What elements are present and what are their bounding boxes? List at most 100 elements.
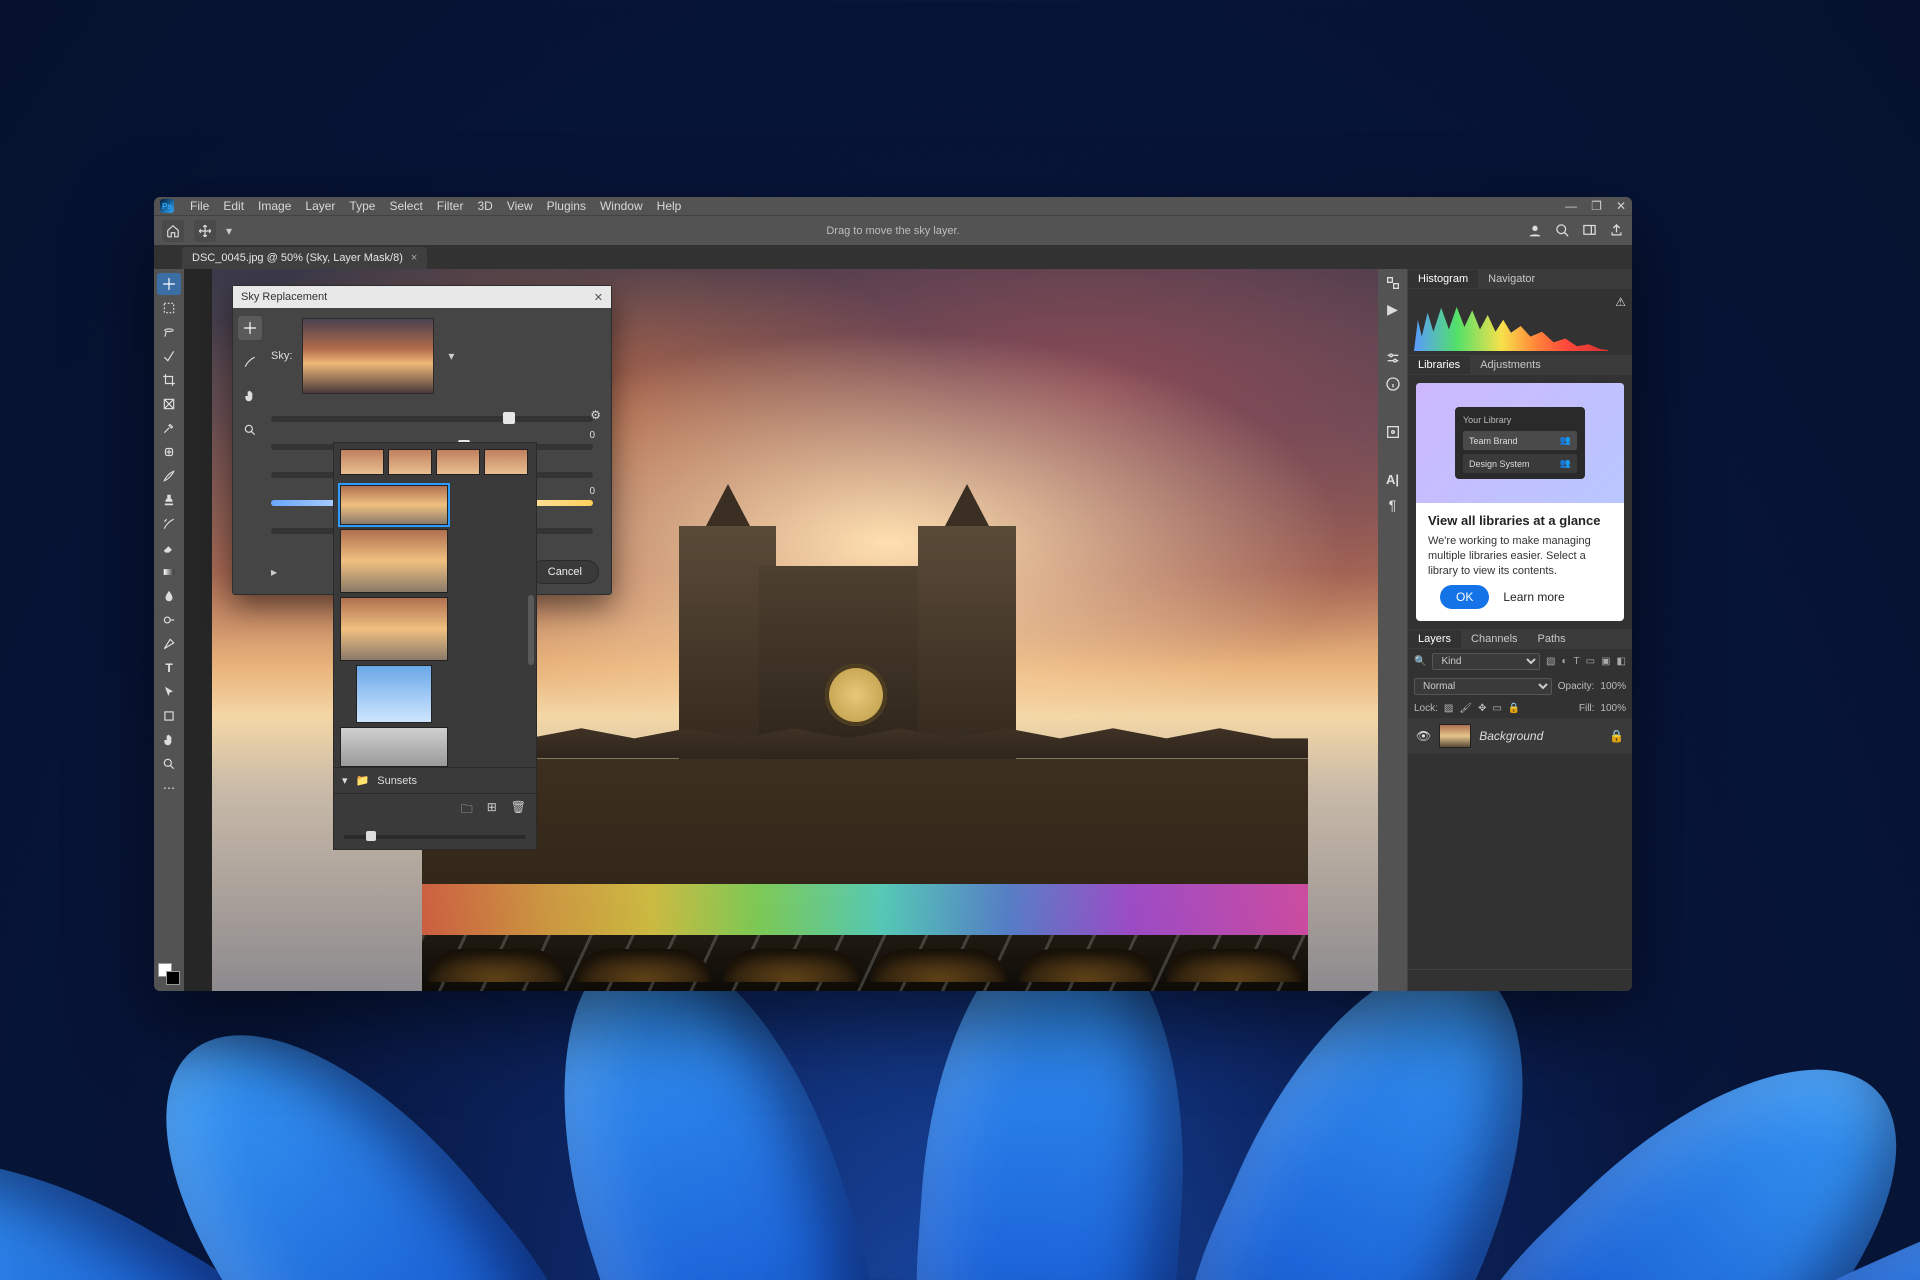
crop-tool[interactable] bbox=[157, 369, 181, 391]
shift-edge-slider[interactable] bbox=[271, 416, 593, 422]
frame-tool[interactable] bbox=[157, 393, 181, 415]
history-brush-tool[interactable] bbox=[157, 513, 181, 535]
shape-tool[interactable] bbox=[157, 705, 181, 727]
paragraph-panel-icon[interactable]: ¶ bbox=[1389, 497, 1397, 513]
tab-libraries[interactable]: Libraries bbox=[1408, 356, 1470, 374]
sky-preset-thumb[interactable] bbox=[356, 665, 432, 723]
menu-window[interactable]: Window bbox=[594, 197, 649, 215]
foreground-adjust-disclosure-icon[interactable]: ▸ bbox=[271, 565, 277, 579]
menu-file[interactable]: File bbox=[184, 197, 215, 215]
layer-filter-search-icon[interactable]: 🔍 bbox=[1414, 656, 1426, 667]
filter-type-icon[interactable]: T bbox=[1574, 656, 1580, 667]
document-tab[interactable]: DSC_0045.jpg @ 50% (Sky, Layer Mask/8) × bbox=[182, 247, 427, 269]
home-icon[interactable] bbox=[162, 220, 184, 242]
folder-disclosure-icon[interactable]: ▾ bbox=[342, 774, 348, 787]
layer-background[interactable]: 👁 Background 🔒 bbox=[1408, 718, 1632, 754]
pen-tool[interactable] bbox=[157, 633, 181, 655]
dialog-hand-tool[interactable] bbox=[238, 384, 262, 408]
sky-preset-thumb[interactable] bbox=[484, 449, 528, 475]
window-minimize-icon[interactable]: — bbox=[1565, 199, 1577, 213]
preset-scrollbar[interactable] bbox=[528, 595, 534, 665]
filter-smart-icon[interactable]: ▣ bbox=[1601, 656, 1610, 667]
menu-edit[interactable]: Edit bbox=[217, 197, 250, 215]
color-panel-icon[interactable] bbox=[1385, 275, 1401, 291]
new-sky-icon[interactable]: ⊞ bbox=[487, 800, 497, 821]
layer-visibility-icon[interactable]: 👁 bbox=[1416, 729, 1431, 743]
import-sky-folder-icon[interactable]: 🗀 bbox=[461, 800, 473, 821]
close-tab-icon[interactable]: × bbox=[411, 252, 417, 264]
tab-adjustments[interactable]: Adjustments bbox=[1470, 356, 1551, 374]
menu-layer[interactable]: Layer bbox=[299, 197, 341, 215]
lock-paint-icon[interactable]: 🖌 bbox=[1459, 703, 1472, 714]
opacity-value[interactable]: 100% bbox=[1600, 681, 1626, 692]
sky-dropdown-chevron-icon[interactable]: ▾ bbox=[448, 349, 454, 363]
tab-layers[interactable]: Layers bbox=[1408, 630, 1461, 648]
filter-adjust-icon[interactable]: ◐ bbox=[1561, 656, 1567, 667]
menu-plugins[interactable]: Plugins bbox=[541, 197, 592, 215]
path-select-tool[interactable] bbox=[157, 681, 181, 703]
share-icon[interactable] bbox=[1609, 223, 1624, 238]
dialog-move-tool[interactable] bbox=[238, 316, 262, 340]
folder-label[interactable]: Sunsets bbox=[377, 775, 417, 787]
dialog-brush-tool[interactable] bbox=[238, 350, 262, 374]
window-maximize-icon[interactable]: ❐ bbox=[1591, 199, 1602, 213]
dialog-zoom-tool[interactable] bbox=[238, 418, 262, 442]
hand-tool[interactable] bbox=[157, 729, 181, 751]
edit-toolbar-icon[interactable]: ⋯ bbox=[157, 777, 181, 799]
properties-panel-icon[interactable] bbox=[1385, 424, 1401, 440]
layer-name-label[interactable]: Background bbox=[1479, 729, 1543, 743]
histogram-warning-icon[interactable]: ⚠ bbox=[1615, 295, 1626, 309]
workspace-switcher-icon[interactable] bbox=[1582, 223, 1597, 238]
menu-type[interactable]: Type bbox=[343, 197, 381, 215]
sky-preset-thumb[interactable] bbox=[436, 449, 480, 475]
libraries-ok-button[interactable]: OK bbox=[1440, 585, 1489, 609]
blend-mode-select[interactable]: Normal bbox=[1414, 678, 1552, 695]
layer-filter-select[interactable]: Kind bbox=[1432, 653, 1540, 670]
info-panel-icon[interactable] bbox=[1385, 376, 1401, 392]
libraries-learn-more-link[interactable]: Learn more bbox=[1503, 590, 1564, 604]
stamp-tool[interactable] bbox=[157, 489, 181, 511]
filter-shape-icon[interactable]: ▭ bbox=[1586, 656, 1595, 667]
lock-position-icon[interactable]: ✥ bbox=[1478, 703, 1486, 714]
filter-toggle-icon[interactable]: ◧ bbox=[1617, 656, 1626, 667]
sky-preset-thumb[interactable] bbox=[340, 529, 448, 593]
sky-preset-thumb[interactable] bbox=[340, 449, 384, 475]
quick-select-tool[interactable] bbox=[157, 345, 181, 367]
dialog-close-icon[interactable]: ✕ bbox=[594, 291, 603, 304]
sky-preset-thumb[interactable] bbox=[388, 449, 432, 475]
menu-view[interactable]: View bbox=[501, 197, 539, 215]
sky-preset-thumb[interactable] bbox=[340, 727, 448, 767]
dialog-titlebar[interactable]: Sky Replacement ✕ bbox=[233, 286, 611, 308]
marquee-tool[interactable] bbox=[157, 297, 181, 319]
eyedropper-tool[interactable] bbox=[157, 417, 181, 439]
brush-tool[interactable] bbox=[157, 465, 181, 487]
eraser-tool[interactable] bbox=[157, 537, 181, 559]
tab-histogram[interactable]: Histogram bbox=[1408, 270, 1478, 288]
play-actions-icon[interactable]: ▶ bbox=[1387, 301, 1398, 318]
menu-3d[interactable]: 3D bbox=[471, 197, 498, 215]
healing-tool[interactable] bbox=[157, 441, 181, 463]
move-tool[interactable] bbox=[157, 273, 181, 295]
sky-preset-thumb-selected[interactable] bbox=[340, 485, 448, 525]
tab-navigator[interactable]: Navigator bbox=[1478, 270, 1545, 288]
move-tool-icon[interactable] bbox=[194, 220, 216, 242]
cancel-button[interactable]: Cancel bbox=[531, 560, 599, 584]
lock-transparent-icon[interactable]: ▨ bbox=[1444, 703, 1453, 714]
layer-locked-icon[interactable]: 🔒 bbox=[1609, 729, 1624, 743]
dodge-tool[interactable] bbox=[157, 609, 181, 631]
menu-filter[interactable]: Filter bbox=[431, 197, 470, 215]
fill-value[interactable]: 100% bbox=[1600, 703, 1626, 714]
lock-all-icon[interactable]: 🔒 bbox=[1508, 703, 1520, 714]
filter-pixel-icon[interactable]: ▧ bbox=[1546, 656, 1555, 667]
tab-paths[interactable]: Paths bbox=[1528, 630, 1576, 648]
adjustments-panel-icon[interactable] bbox=[1385, 350, 1401, 366]
window-close-icon[interactable]: ✕ bbox=[1616, 199, 1626, 213]
lock-artboard-icon[interactable]: ▭ bbox=[1492, 703, 1501, 714]
color-swatches[interactable] bbox=[158, 963, 180, 985]
menu-select[interactable]: Select bbox=[383, 197, 428, 215]
delete-sky-icon[interactable]: 🗑 bbox=[511, 800, 526, 821]
search-icon[interactable] bbox=[1555, 223, 1570, 238]
lasso-tool[interactable] bbox=[157, 321, 181, 343]
sky-preset-thumb[interactable] bbox=[340, 597, 448, 661]
sky-preview-thumbnail[interactable] bbox=[302, 318, 434, 394]
